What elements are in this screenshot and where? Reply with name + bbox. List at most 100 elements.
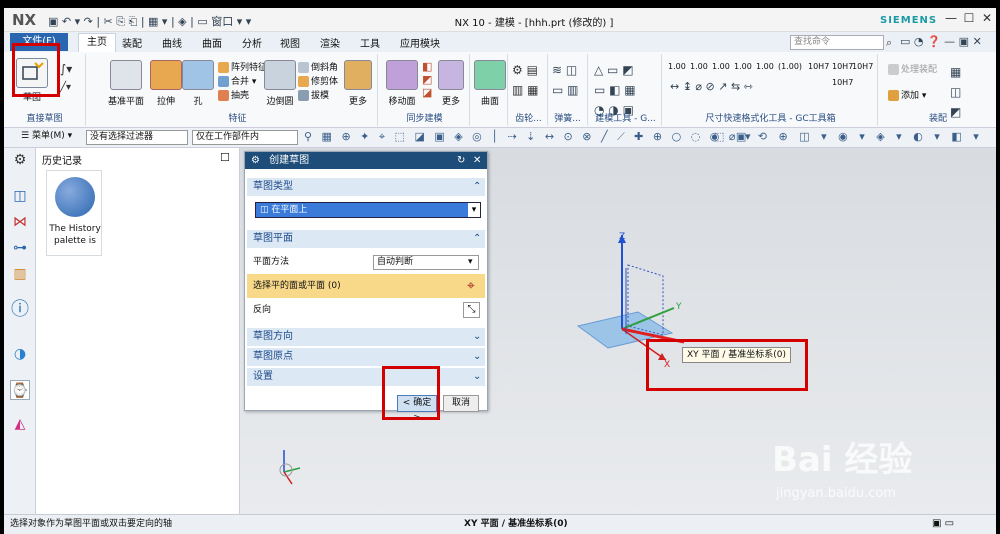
collapse-icon[interactable]: ⌃ [473,230,481,248]
quick-access-toolbar[interactable]: ▣ ↶ ▾ ↷ | ✂ ⎘ ⎗ | ▦ ▾ | ◈ | ▭ 窗口 ▾ ▾ [48,13,251,29]
close-button[interactable]: ✕ [978,11,996,27]
section-sketch-origin[interactable]: 草图原点 ⌄ [247,348,485,366]
settings-icon[interactable]: ⚙ [10,150,30,170]
part-navigator-icon[interactable]: ⊶ [10,238,30,258]
history-card[interactable]: The History palette is [46,170,102,256]
search-icon[interactable]: ⌕ [886,36,892,50]
surface-icon[interactable] [474,60,506,90]
move-face-button[interactable]: 移动面 [382,94,422,107]
selection-filter-select[interactable]: 没有选择过滤器 [86,130,188,145]
tab-surface[interactable]: 曲面 [200,35,224,50]
selection-scope-select[interactable]: 仅在工作部件内 [192,130,298,145]
history-icon[interactable]: ⌚ [10,380,30,400]
history-title: 历史记录 [42,156,82,167]
role-icon[interactable]: ◭ [10,414,30,434]
dim-tol-3[interactable]: 10H7 [852,62,873,71]
section-sketch-type[interactable]: 草图类型 ⌃ [247,178,485,196]
tab-applications[interactable]: 应用模块 [398,35,442,50]
dialog-close-icon[interactable]: ✕ [473,152,481,169]
collapse-icon[interactable]: ⌃ [473,178,481,196]
dim-format-6[interactable]: (1.00) [778,62,802,71]
reverse-direction-icon[interactable]: ⤡ [463,302,480,318]
more-features-icon[interactable] [344,60,372,90]
more-sync-icon[interactable] [438,60,464,90]
help-info-icon[interactable]: ⓘ [10,300,30,320]
view-toolbar[interactable]: ⬚ ▣ ⟲ ⊕ ◫ ▾ ◉ ▾ ◈ ▾ ◐ ▾ ◧ ▾ [714,130,983,143]
add-component-button[interactable]: 添加 ▾ [888,88,926,101]
move-face-icon[interactable] [386,60,418,90]
web-browser-icon[interactable]: ◑ [10,344,30,364]
process-assembly-button[interactable]: 处理装配 [888,62,937,75]
reset-icon[interactable]: ↻ [457,152,465,169]
tab-tools[interactable]: 工具 [358,35,382,50]
dim-format-5[interactable]: 1.00 [756,62,774,71]
more-features-button[interactable]: 更多 [342,94,374,107]
command-search-input[interactable]: 查找命令 [790,35,884,50]
crosshair-icon[interactable]: ⌖ [461,276,481,296]
tab-curve[interactable]: 曲线 [160,35,184,50]
assembly-navigator-icon[interactable]: ◫ [10,186,30,206]
datum-plane-button[interactable]: 基准平面 [100,94,152,107]
dim-format-1[interactable]: 1.00 [668,62,686,71]
tab-view[interactable]: 视图 [278,35,302,50]
hole-button[interactable]: 孔 [180,94,216,107]
dialog-title: 创建草图 [269,155,310,166]
cancel-button[interactable]: 取消 [443,395,479,412]
dim-tol-4[interactable]: 10H7 [832,78,853,87]
plane-type-icon: ◫ [260,205,272,215]
dropdown-arrow-icon: ▾ [468,257,473,267]
draft-icon [298,90,309,101]
snap-point-toolbar[interactable]: ⚲ ▦ ⊕ ✦ ⌖ ⬚ ◪ ▣ ◈ ◎ │ ⇢ ⇣ ↔ ⊙ ⊗ ╱ ⟋ ✚ ⊕ … [304,130,754,144]
dialog-settings-icon[interactable]: ⚙ [251,155,260,166]
tab-assembly[interactable]: 装配 [120,35,144,50]
menu-button[interactable]: ☰ 菜单(M) ▾ [18,130,80,145]
unite-button[interactable]: 合并 ▾ [218,74,256,87]
sync-tools-icons[interactable]: ◧ ◩ ◪ [422,60,432,99]
spring-tools-icons[interactable]: ≋ ◫ ▭ ▥ [552,60,579,100]
section-settings[interactable]: 设置 ⌄ [247,368,485,386]
watermark-brand: Bai 经验 [772,440,913,480]
tab-analysis[interactable]: 分析 [240,35,264,50]
curve-icon[interactable]: ∫▾ [60,62,72,76]
sketch-type-select[interactable]: ◫ 在平面上 ▾ [255,202,481,218]
more-sync-button[interactable]: 更多 [436,94,466,107]
datum-plane-icon[interactable] [110,60,142,90]
ok-highlight [382,366,440,420]
pattern-feature-button[interactable]: 阵列特征 [218,60,267,73]
line-icon[interactable]: ╱▾ [60,82,71,93]
hole-icon[interactable] [182,60,214,90]
tab-home[interactable]: 主页 [78,33,116,52]
panel-restore-icon[interactable]: ☐ [220,151,230,164]
dim-format-3[interactable]: 1.00 [712,62,730,71]
expand-icon[interactable]: ⌄ [473,368,481,386]
tab-render[interactable]: 渲染 [318,35,342,50]
constraint-navigator-icon[interactable]: ⋈ [10,212,30,232]
section-sketch-plane[interactable]: 草图平面 ⌃ [247,230,485,248]
gear-tools-icons[interactable]: ⚙ ▤ ▥ ▦ [512,60,539,100]
extrude-icon[interactable] [150,60,182,90]
ribbon-window-controls[interactable]: ▭ ◔ ❓ — ▣ ✕ [900,35,982,48]
edge-blend-icon[interactable] [264,60,296,90]
dim-tol-2[interactable]: 10H7 [832,62,853,71]
plane-method-select[interactable]: 自动判断 ▾ [373,255,479,270]
minimize-button[interactable]: — [942,11,960,27]
chamfer-button[interactable]: 倒斜角 [298,60,338,73]
dim-format-2[interactable]: 1.00 [690,62,708,71]
select-planar-face-row[interactable]: 选择平的面或平面 (0) [247,274,485,298]
maximize-button[interactable]: ☐ [960,11,978,27]
dim-format-4[interactable]: 1.00 [734,62,752,71]
trim-body-button[interactable]: 修剪体 [298,74,338,87]
expand-icon[interactable]: ⌄ [473,328,481,346]
expand-icon[interactable]: ⌄ [473,348,481,366]
section-sketch-orientation[interactable]: 草图方向 ⌄ [247,328,485,346]
surface-button[interactable]: 曲面 [472,94,508,107]
edge-blend-button[interactable]: 边倒圆 [258,94,302,107]
selection-toolbar: ☰ 菜单(M) ▾ 没有选择过滤器 仅在工作部件内 ⚲ ▦ ⊕ ✦ ⌖ ⬚ ◪ … [4,128,996,148]
dim-tol-1[interactable]: 10H7 [808,62,829,71]
draft-button[interactable]: 拔模 [298,88,329,101]
dim-tools-icons[interactable]: ↔ ↨ ⌀ ⊘ ↗ ⇆ ⇿ [670,78,753,96]
reuse-library-icon[interactable]: ▥ [10,264,30,284]
shell-button[interactable]: 抽壳 [218,88,249,101]
extrude-button[interactable]: 拉伸 [148,94,184,107]
status-icons[interactable]: ▣ ▭ [932,515,954,533]
